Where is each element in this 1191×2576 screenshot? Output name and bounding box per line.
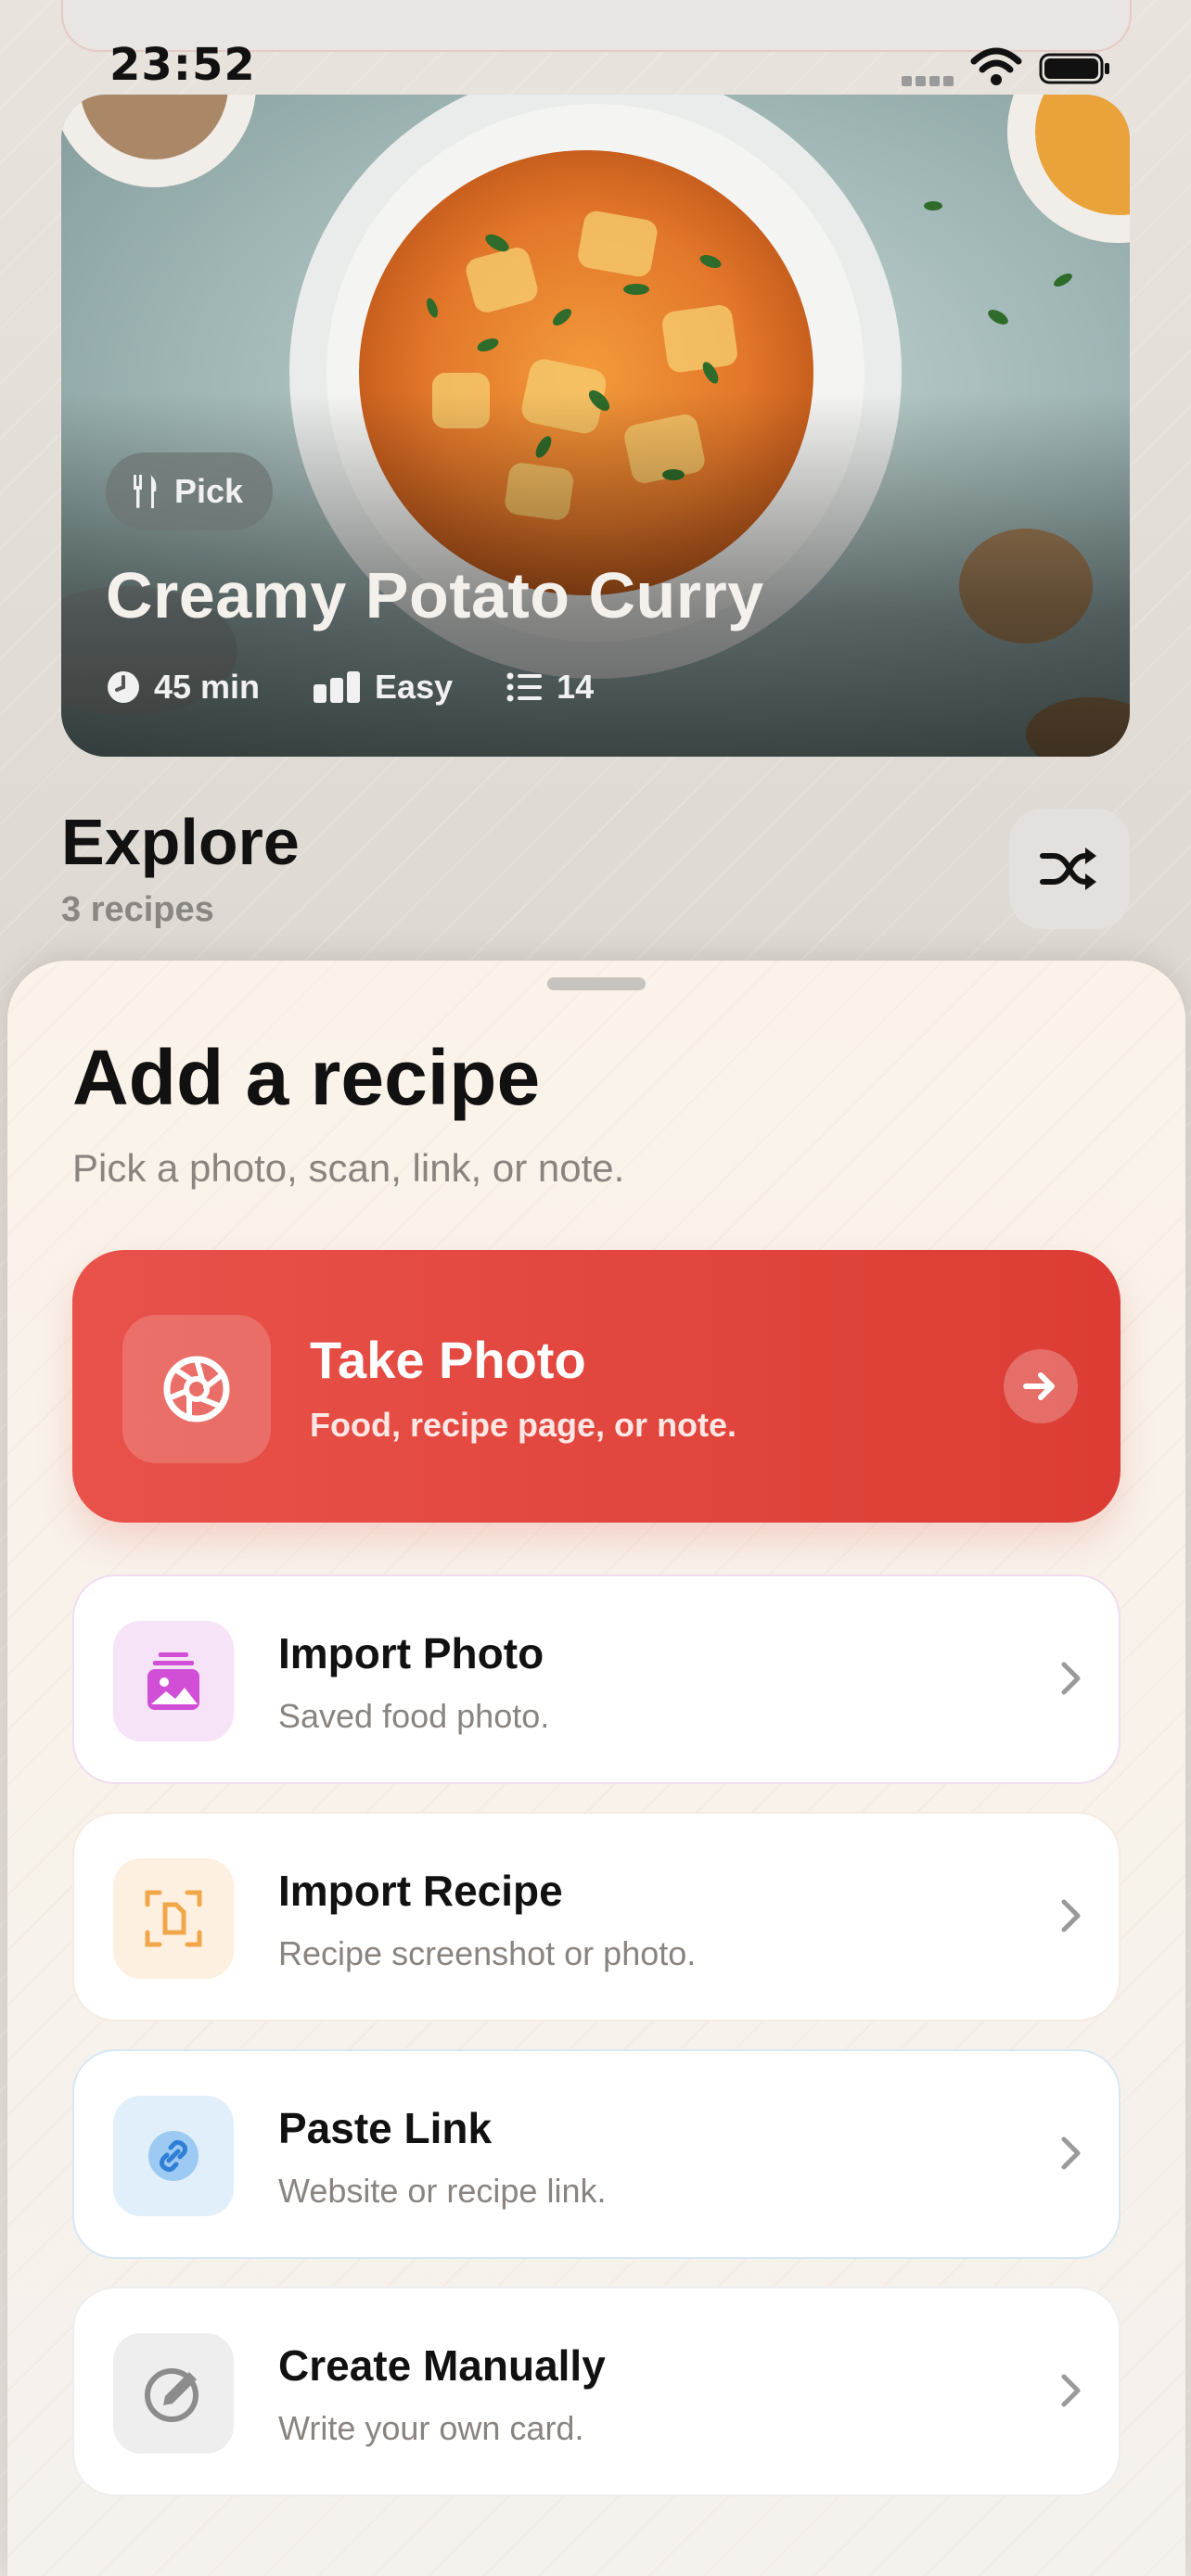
take-photo-title: Take Photo — [310, 1331, 586, 1389]
create-manually-icon-box — [113, 2333, 234, 2454]
explore-count: 3 recipes — [61, 890, 214, 929]
import-recipe-subtitle: Recipe screenshot or photo. — [278, 1934, 697, 1972]
take-photo-subtitle: Food, recipe page, or note. — [310, 1406, 737, 1444]
recipe-ingredients-count: 14 — [557, 668, 595, 706]
recipe-meta: 45 min Easy 14 — [106, 668, 594, 707]
chevron-right-icon — [1061, 2374, 1081, 2407]
pencil-circle-icon — [145, 2368, 198, 2422]
create-manually-title: Create Manually — [278, 2341, 606, 2390]
sheet-grabber[interactable] — [547, 977, 646, 990]
chevron-right-icon — [1061, 2136, 1081, 2170]
status-time: 23:52 — [109, 39, 256, 91]
sheet-title: Add a recipe — [72, 1034, 541, 1121]
paste-link-subtitle: Website or recipe link. — [278, 2172, 607, 2210]
recipe-title: Creamy Potato Curry — [106, 559, 764, 631]
cellular-signal-icon — [902, 72, 959, 86]
aperture-icon — [163, 1356, 230, 1422]
take-photo-button[interactable]: Take Photo Food, recipe page, or note. — [72, 1250, 1121, 1523]
pick-badge: Pick — [106, 453, 274, 530]
pick-badge-label: Pick — [174, 472, 244, 510]
hero-gradient-overlay — [61, 95, 1130, 757]
create-manually-subtitle: Write your own card. — [278, 2409, 584, 2447]
link-icon — [148, 2131, 198, 2181]
paste-link-title: Paste Link — [278, 2104, 493, 2152]
import-recipe-title: Import Recipe — [278, 1867, 563, 1915]
add-recipe-sheet: Add a recipe Pick a photo, scan, link, o… — [7, 961, 1185, 2576]
import-photo-option[interactable]: Import Photo Saved food photo. — [72, 1575, 1121, 1784]
import-recipe-option[interactable]: Import Recipe Recipe screenshot or photo… — [72, 1812, 1121, 2021]
recipe-time: 45 min — [154, 668, 261, 706]
recipe-difficulty: Easy — [375, 668, 454, 706]
clock-icon — [108, 671, 139, 703]
import-photo-subtitle: Saved food photo. — [278, 1697, 550, 1735]
featured-recipe-card[interactable]: Pick Creamy Potato Curry 45 min Easy 14 — [61, 95, 1130, 757]
arrow-right-icon — [1004, 1349, 1078, 1423]
shuffle-button[interactable] — [1009, 809, 1130, 929]
photo-stack-icon — [147, 1652, 199, 1710]
explore-heading: Explore — [61, 806, 300, 878]
sheet-subtitle: Pick a photo, scan, link, or note. — [72, 1146, 625, 1190]
chevron-right-icon — [1061, 1899, 1081, 1932]
import-photo-icon-box — [113, 1621, 234, 1741]
document-scan-icon — [145, 1890, 202, 1947]
create-manually-option[interactable]: Create Manually Write your own card. — [72, 2287, 1121, 2496]
battery-icon — [1039, 53, 1109, 84]
wifi-icon — [970, 47, 1022, 85]
list-icon — [506, 672, 543, 702]
chevron-right-icon — [1061, 1662, 1081, 1695]
paste-link-icon-box — [113, 2096, 234, 2216]
shuffle-icon — [1040, 848, 1096, 890]
fork-knife-icon — [134, 475, 157, 508]
camera-aperture-icon-box — [122, 1315, 271, 1463]
paste-link-option[interactable]: Paste Link Website or recipe link. — [72, 2049, 1121, 2259]
import-photo-title: Import Photo — [278, 1629, 544, 1677]
difficulty-bars-icon — [314, 671, 361, 703]
import-recipe-icon-box — [113, 1858, 234, 1979]
